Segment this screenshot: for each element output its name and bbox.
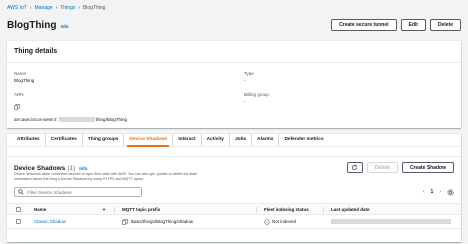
shadow-actions: Delete Create Shadow bbox=[346, 162, 454, 173]
chevron-right-icon: › bbox=[29, 4, 32, 11]
device-shadows-panel: Device Shadows (1) Info Device Shadows a… bbox=[7, 156, 461, 242]
tab-attributes[interactable]: Attributes bbox=[12, 133, 45, 146]
info-link[interactable]: Info bbox=[60, 24, 68, 29]
breadcrumb-manage[interactable]: Manage bbox=[35, 5, 53, 11]
column-divider bbox=[114, 207, 115, 213]
name-label: Name bbox=[14, 71, 27, 76]
tab-alarms[interactable]: Alarms bbox=[251, 133, 278, 146]
create-secure-tunnel-button[interactable]: Create secure tunnel bbox=[331, 19, 397, 31]
fleet-status-value: Not indexed bbox=[272, 219, 297, 224]
table-header: Name ▼ MQTT topic prefix Fleet indexing … bbox=[7, 203, 461, 215]
tab-defender-metrics[interactable]: Defender metrics bbox=[278, 133, 328, 146]
arn-label: ARN bbox=[14, 92, 24, 97]
tab-thing-groups[interactable]: Thing groups bbox=[81, 133, 124, 146]
delete-shadow-button[interactable]: Delete bbox=[366, 162, 398, 173]
chevron-right-icon: › bbox=[78, 4, 80, 11]
type-field: Type - bbox=[244, 71, 254, 83]
create-shadow-button[interactable]: Create Shadow bbox=[401, 162, 454, 173]
tab-certificates[interactable]: Certificates bbox=[44, 133, 82, 146]
pagination: ‹ 1 › bbox=[423, 187, 454, 197]
type-value: - bbox=[244, 78, 246, 83]
breadcrumb-aws-iot[interactable]: AWS IoT bbox=[7, 5, 27, 11]
arn-suffix: thing/BlogThing bbox=[95, 117, 128, 122]
chevron-right-icon: › bbox=[55, 4, 58, 11]
search-input[interactable] bbox=[27, 189, 137, 195]
shadows-title: Device Shadows bbox=[14, 165, 66, 172]
shadows-count: (1) bbox=[67, 165, 76, 172]
thing-details-card: Thing details Name BlogThing ARN arn:aws… bbox=[7, 40, 461, 128]
refresh-button[interactable] bbox=[346, 162, 363, 173]
tab-activity[interactable]: Activity bbox=[200, 133, 229, 146]
shadows-heading: Device Shadows (1) Info bbox=[14, 163, 88, 172]
breadcrumb: AWS IoT › Manage › Things › BlogThing bbox=[7, 2, 105, 13]
billing-group-label: Billing group bbox=[244, 92, 269, 97]
chevron-right-icon[interactable]: › bbox=[439, 189, 441, 195]
card-header: Thing details bbox=[7, 41, 461, 63]
name-value: BlogThing bbox=[14, 78, 35, 83]
type-label: Type bbox=[244, 71, 254, 76]
tabs-card: Attributes Certificates Thing groups Dev… bbox=[7, 133, 461, 242]
name-field: Name BlogThing bbox=[14, 71, 34, 83]
search-box bbox=[14, 187, 142, 197]
status-negative-icon bbox=[264, 218, 270, 225]
delete-button[interactable]: Delete bbox=[429, 19, 461, 31]
column-divider bbox=[323, 207, 324, 213]
redacted-date bbox=[331, 219, 451, 224]
page-number[interactable]: 1 bbox=[431, 189, 434, 195]
last-updated-cell bbox=[331, 215, 451, 228]
page-title: BlogThing bbox=[7, 19, 57, 31]
chevron-left-icon[interactable]: ‹ bbox=[423, 189, 425, 195]
select-all-cell bbox=[16, 204, 21, 214]
row-select-cell bbox=[16, 215, 21, 228]
col-fleet-indexing[interactable]: Fleet indexing status bbox=[264, 204, 309, 214]
tab-device-shadows[interactable]: Device Shadows bbox=[123, 133, 172, 147]
copy-icon[interactable] bbox=[14, 104, 20, 110]
card-title: Thing details bbox=[14, 48, 58, 55]
redacted-account-id bbox=[58, 117, 95, 122]
breadcrumb-current: BlogThing bbox=[82, 4, 106, 11]
header-actions: Create secure tunnel Edit Delete bbox=[331, 19, 461, 31]
copy-icon[interactable] bbox=[122, 218, 128, 225]
tab-bar: Attributes Certificates Thing groups Dev… bbox=[7, 133, 461, 147]
breadcrumb-things[interactable]: Things bbox=[60, 5, 75, 11]
billing-group-field: Billing group - bbox=[244, 92, 269, 104]
gear-icon[interactable] bbox=[447, 188, 454, 196]
search-icon bbox=[18, 189, 24, 195]
table-row[interactable]: Classic Shadow $aws/things/BlogThing/sha… bbox=[7, 215, 461, 229]
page-header: BlogThing Info bbox=[7, 17, 69, 33]
column-divider bbox=[256, 207, 257, 213]
row-checkbox[interactable] bbox=[16, 219, 21, 224]
arn-prefix: arn:aws:iot:us-west-2: bbox=[14, 117, 58, 122]
tab-interact[interactable]: Interact bbox=[172, 133, 200, 146]
col-name[interactable]: Name bbox=[34, 204, 46, 214]
refresh-icon bbox=[352, 164, 358, 171]
col-mqtt-topic[interactable]: MQTT topic prefix bbox=[122, 204, 160, 214]
col-last-updated[interactable]: Last updated date bbox=[331, 204, 370, 214]
arn-value: arn:aws:iot:us-west-2: thing/BlogThing bbox=[14, 117, 127, 122]
billing-group-value: - bbox=[244, 99, 246, 104]
edit-button[interactable]: Edit bbox=[400, 19, 426, 31]
select-all-checkbox[interactable] bbox=[16, 206, 21, 212]
tab-jobs[interactable]: Jobs bbox=[228, 133, 251, 146]
shadow-name-link[interactable]: Classic Shadow bbox=[34, 215, 66, 228]
mqtt-topic-cell: $aws/things/BlogThing/shadow bbox=[122, 215, 193, 228]
fleet-status-cell: Not indexed bbox=[264, 215, 296, 228]
shadows-description: Device Shadows allow connected devices t… bbox=[14, 172, 198, 181]
shadows-info-link[interactable]: Info bbox=[79, 166, 87, 171]
mqtt-topic-value: $aws/things/BlogThing/shadow bbox=[131, 219, 194, 224]
arn-field: ARN arn:aws:iot:us-west-2: thing/BlogThi… bbox=[14, 92, 127, 122]
sort-down-icon[interactable]: ▼ bbox=[102, 204, 106, 214]
